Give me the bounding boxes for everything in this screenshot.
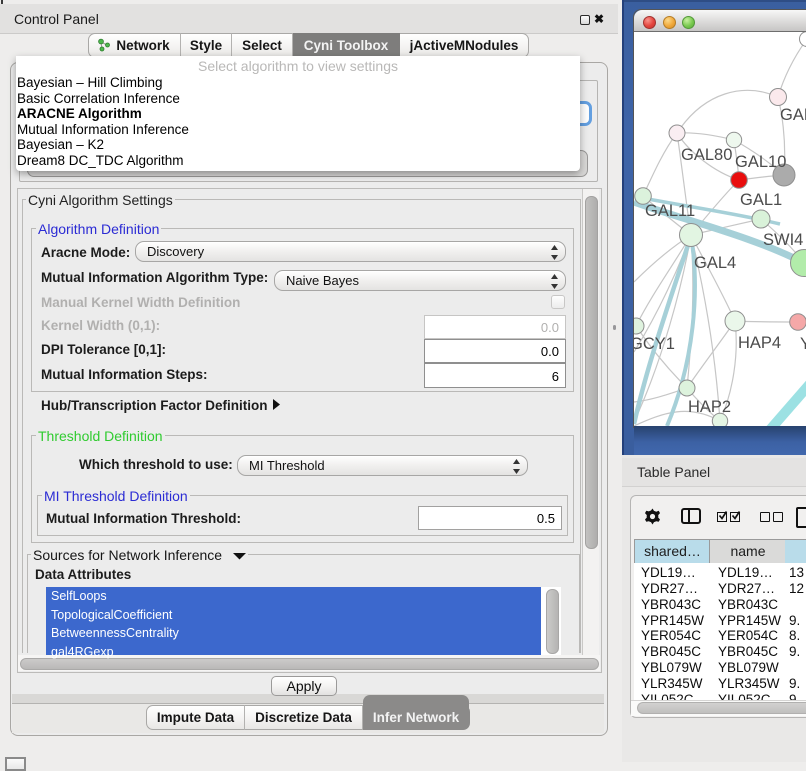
svg-text:GAL4: GAL4 xyxy=(694,254,736,272)
svg-text:SWI4: SWI4 xyxy=(763,231,803,249)
svg-text:HAP2: HAP2 xyxy=(688,398,731,416)
svg-text:GAL7: GAL7 xyxy=(780,106,806,124)
svg-text:HAP4: HAP4 xyxy=(738,334,781,352)
svg-text:GAL1: GAL1 xyxy=(740,191,782,209)
svg-text:GAL10: GAL10 xyxy=(735,153,786,171)
svg-text:Y: Y xyxy=(800,335,806,353)
svg-text:GAL11: GAL11 xyxy=(645,202,695,220)
svg-text:GAL80: GAL80 xyxy=(681,146,732,164)
svg-text:GCY1: GCY1 xyxy=(634,335,675,353)
